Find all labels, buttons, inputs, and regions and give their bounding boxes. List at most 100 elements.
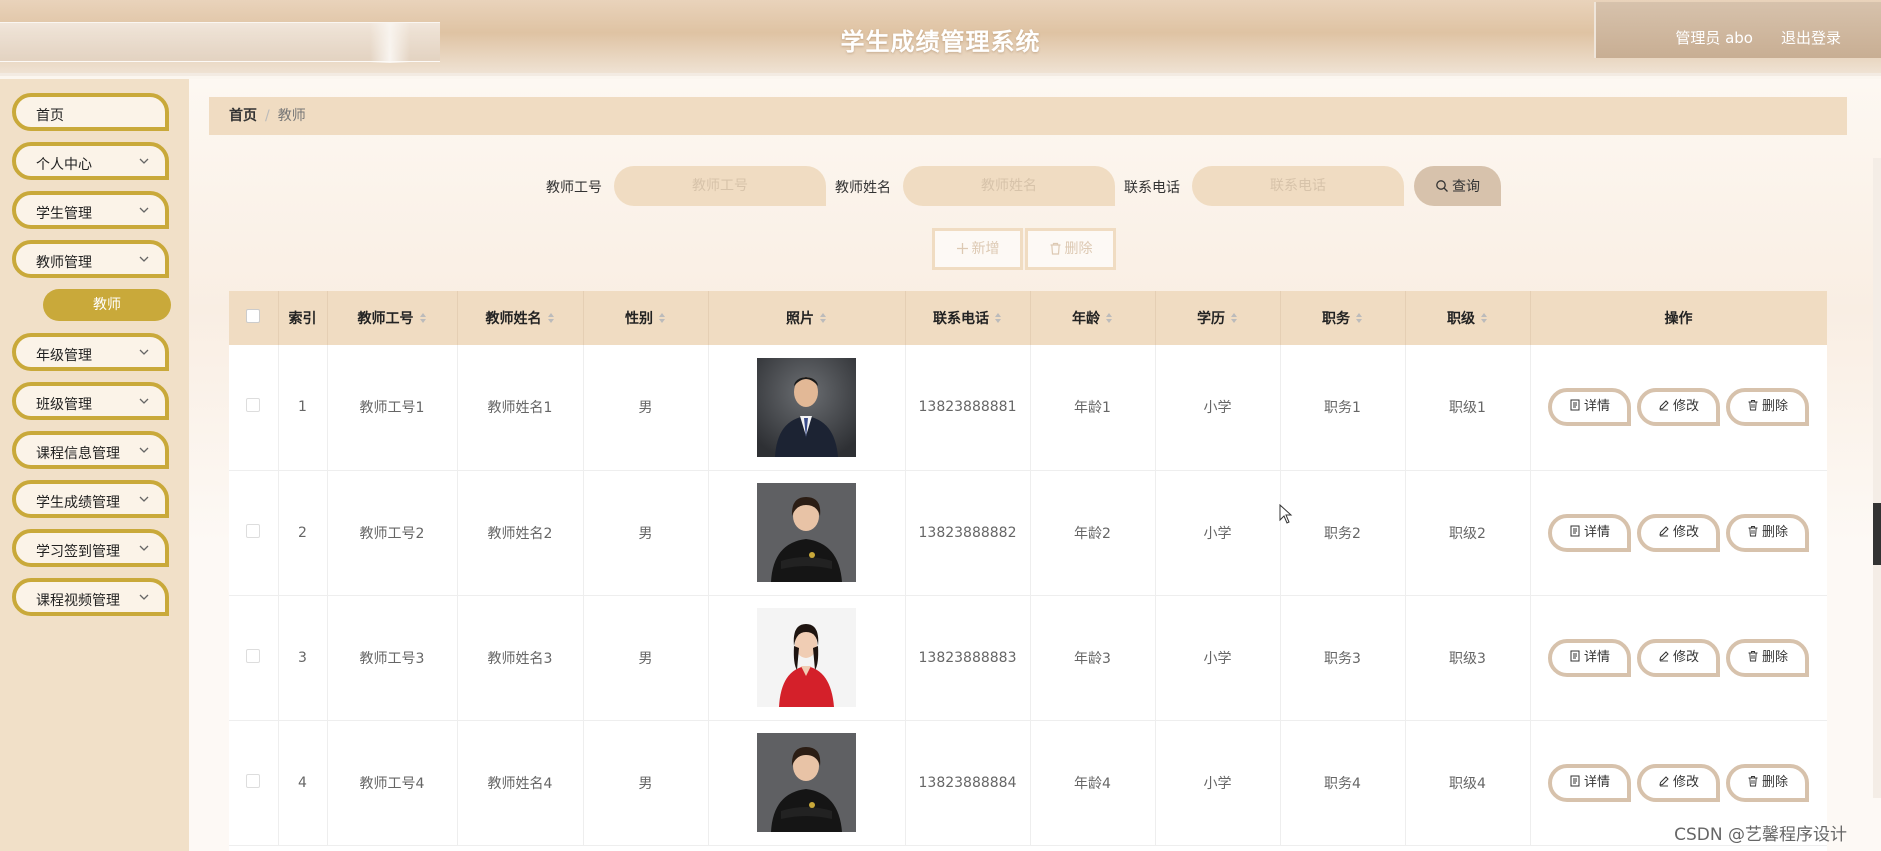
sidebar-item-teacher-management[interactable]: 教师管理 xyxy=(12,240,169,278)
sidebar-item-study-checkin[interactable]: 学习签到管理 xyxy=(12,529,169,567)
sidebar-item-label: 学生管理 xyxy=(36,206,92,222)
sort-icon[interactable] xyxy=(1230,312,1238,324)
column-label: 联系电话 xyxy=(933,311,989,327)
row-checkbox[interactable] xyxy=(246,648,261,663)
cell-gender: 男 xyxy=(583,345,709,471)
vertical-scrollbar[interactable] xyxy=(1873,158,1881,798)
sidebar-item-label: 课程信息管理 xyxy=(36,446,120,462)
sort-icon[interactable] xyxy=(994,312,1002,324)
delete-button-label: 删除 xyxy=(1761,774,1788,790)
sidebar-item-grade-management[interactable]: 年级管理 xyxy=(12,333,169,371)
cell-education: 小学 xyxy=(1155,720,1281,846)
edit-button[interactable]: 修改 xyxy=(1637,638,1720,677)
column-header-teacher-name[interactable]: 教师姓名 xyxy=(457,291,584,345)
delete-button[interactable]: 删除 xyxy=(1726,513,1809,552)
column-header-rank[interactable]: 职级 xyxy=(1405,291,1531,345)
chevron-down-icon xyxy=(139,496,149,502)
sidebar-item-personal-center[interactable]: 个人中心 xyxy=(12,142,169,180)
cell-index: 3 xyxy=(278,595,328,721)
column-header-actions: 操作 xyxy=(1530,291,1827,345)
document-icon xyxy=(1570,650,1580,661)
cell-gender: 男 xyxy=(583,470,709,596)
teacher-photo[interactable] xyxy=(757,608,856,707)
detail-button[interactable]: 详情 xyxy=(1548,513,1631,552)
sort-icon[interactable] xyxy=(1480,312,1488,324)
sidebar-item-home[interactable]: 首页 xyxy=(12,93,169,131)
sort-icon[interactable] xyxy=(1105,312,1113,324)
chevron-down-icon xyxy=(139,594,149,600)
column-label: 教师工号 xyxy=(357,311,414,327)
sort-icon[interactable] xyxy=(1355,312,1363,324)
sidebar-item-class-management[interactable]: 班级管理 xyxy=(12,382,169,420)
column-header-education[interactable]: 学历 xyxy=(1155,291,1281,345)
cell-age: 年龄1 xyxy=(1030,345,1156,471)
detail-button-label: 详情 xyxy=(1583,399,1610,415)
delete-button[interactable]: 删除 xyxy=(1726,388,1809,427)
add-button[interactable]: 新增 xyxy=(932,228,1023,270)
search-label-teacher-name: 教师姓名 xyxy=(835,180,891,196)
detail-button[interactable]: 详情 xyxy=(1548,763,1631,802)
sidebar-item-student-scores[interactable]: 学生成绩管理 xyxy=(12,480,169,518)
detail-button[interactable]: 详情 xyxy=(1548,388,1631,427)
search-icon xyxy=(1436,180,1448,192)
sort-icon[interactable] xyxy=(819,312,827,324)
delete-button[interactable]: 删除 xyxy=(1726,638,1809,677)
table-row: 4 教师工号4 教师姓名4 男 13823888884 年龄4 小学 职务4 职级4 详情 修改 删除 xyxy=(229,720,1827,846)
breadcrumb: 首页 / 教师 xyxy=(209,97,1847,135)
detail-button-label: 详情 xyxy=(1583,524,1610,540)
detail-button[interactable]: 详情 xyxy=(1548,638,1631,677)
search-label-phone: 联系电话 xyxy=(1124,180,1180,196)
teacher-id-input[interactable] xyxy=(614,166,826,206)
batch-delete-button[interactable]: 删除 xyxy=(1025,228,1116,270)
current-user: 管理员 abo xyxy=(1675,29,1753,47)
cell-index: 1 xyxy=(278,345,328,471)
row-checkbox[interactable] xyxy=(246,523,261,538)
query-button-label: 查询 xyxy=(1452,179,1480,195)
teacher-photo[interactable] xyxy=(757,483,856,582)
sidebar-item-student-management[interactable]: 学生管理 xyxy=(12,191,169,229)
edit-button[interactable]: 修改 xyxy=(1637,513,1720,552)
delete-button-label: 删除 xyxy=(1761,399,1788,415)
column-header-age[interactable]: 年龄 xyxy=(1030,291,1156,345)
row-select-cell xyxy=(229,470,279,596)
cell-phone: 13823888884 xyxy=(905,720,1031,846)
sidebar-subitem-teacher[interactable]: 教师 xyxy=(43,289,171,321)
query-button[interactable]: 查询 xyxy=(1414,166,1501,206)
column-label: 职务 xyxy=(1322,311,1350,327)
column-header-photo[interactable]: 照片 xyxy=(708,291,906,345)
breadcrumb-home[interactable]: 首页 xyxy=(229,108,257,124)
edit-button[interactable]: 修改 xyxy=(1637,763,1720,802)
teacher-photo[interactable] xyxy=(757,357,856,457)
teacher-photo[interactable] xyxy=(757,733,856,832)
select-all-checkbox[interactable] xyxy=(246,309,261,323)
sort-icon[interactable] xyxy=(419,312,427,324)
main-content: 首页 / 教师 教师工号 教师姓名 联系电话 查询 新增 删除 索引 xyxy=(189,79,1881,851)
detail-button-label: 详情 xyxy=(1583,649,1610,665)
cell-photo xyxy=(708,595,906,721)
cell-teacher-id: 教师工号1 xyxy=(327,345,458,471)
edit-button[interactable]: 修改 xyxy=(1637,388,1720,427)
sidebar-item-label: 学生成绩管理 xyxy=(36,495,120,511)
column-label: 索引 xyxy=(288,311,317,327)
sidebar-item-course-video[interactable]: 课程视频管理 xyxy=(12,578,169,616)
column-label: 操作 xyxy=(1664,311,1693,327)
sort-icon[interactable] xyxy=(658,312,666,324)
cell-actions: 详情 修改 删除 xyxy=(1530,345,1827,471)
column-header-teacher-id[interactable]: 教师工号 xyxy=(327,291,458,345)
scrollbar-thumb[interactable] xyxy=(1873,503,1881,565)
column-header-duty[interactable]: 职务 xyxy=(1280,291,1406,345)
row-checkbox[interactable] xyxy=(246,398,261,413)
column-header-phone[interactable]: 联系电话 xyxy=(905,291,1031,345)
cell-teacher-name: 教师姓名1 xyxy=(457,345,584,471)
row-checkbox[interactable] xyxy=(246,773,261,788)
sidebar-item-course-info[interactable]: 课程信息管理 xyxy=(12,431,169,469)
column-header-gender[interactable]: 性别 xyxy=(583,291,709,345)
sort-icon[interactable] xyxy=(547,312,555,324)
teacher-name-input[interactable] xyxy=(903,166,1115,206)
delete-button[interactable]: 删除 xyxy=(1726,763,1809,802)
phone-input[interactable] xyxy=(1192,166,1404,206)
column-label: 学历 xyxy=(1197,311,1225,327)
table-row: 3 教师工号3 教师姓名3 男 13823888883 年龄3 小学 职务3 职级3 详情 修改 删除 xyxy=(229,595,1827,721)
logout-link[interactable]: 退出登录 xyxy=(1781,27,1841,48)
breadcrumb-current: 教师 xyxy=(277,108,306,124)
